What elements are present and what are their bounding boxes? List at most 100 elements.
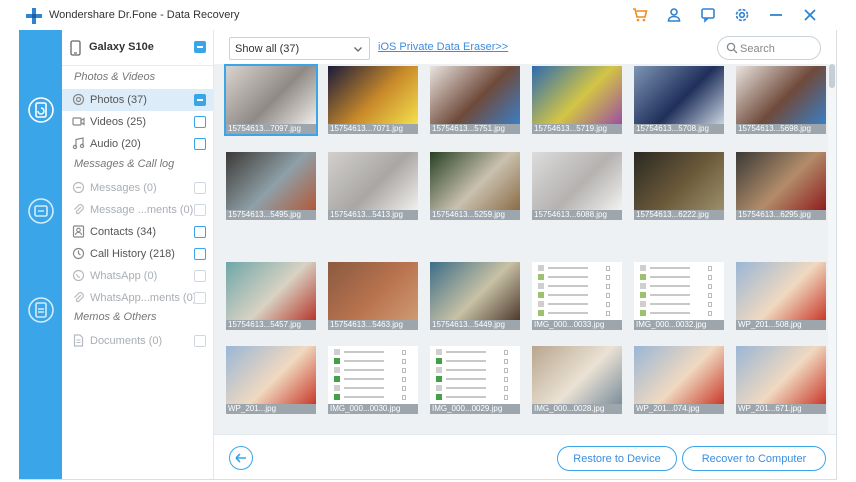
thumbnail-image	[532, 262, 622, 320]
photo-icon	[72, 93, 85, 106]
cart-icon[interactable]	[630, 5, 650, 25]
photo-thumbnail[interactable]: 15754613...5708.jpg	[634, 66, 724, 134]
ios-eraser-link[interactable]: iOS Private Data Eraser>>	[378, 41, 508, 53]
category-checkbox[interactable]	[194, 182, 206, 194]
file-name: 15754613...5708.jpg	[634, 124, 724, 134]
photo-thumbnail[interactable]: IMG_000...0030.jpg	[328, 346, 418, 414]
category-audio[interactable]: Audio (20)	[62, 133, 214, 155]
device-row[interactable]: Galaxy S10e	[62, 30, 214, 66]
thumbnail-image	[736, 346, 826, 404]
category-whatsapp-attachments[interactable]: WhatsApp...ments (0)	[62, 287, 214, 309]
category-checkbox[interactable]	[194, 270, 206, 282]
photo-thumbnail[interactable]: WP_201...074.jpg	[634, 346, 724, 414]
category-message-attachments[interactable]: Message ...ments (0)	[62, 199, 214, 221]
category-checkbox[interactable]	[194, 226, 206, 238]
recover-icloud-icon[interactable]	[27, 296, 55, 324]
phone-icon	[70, 40, 81, 56]
photo-thumbnail[interactable]: 15754613...5413.jpg	[328, 152, 418, 220]
user-icon[interactable]	[664, 5, 684, 25]
grid-scrollbar[interactable]	[828, 64, 836, 434]
category-checkbox[interactable]	[194, 292, 206, 304]
thumbnail-image	[328, 152, 418, 210]
file-name: IMG_000...0028.jpg	[532, 404, 622, 414]
photo-thumbnail[interactable]: WP_201...jpg	[226, 346, 316, 414]
search-box[interactable]	[717, 36, 821, 60]
category-checkbox[interactable]	[194, 248, 206, 260]
file-name: 15754613...5698.jpg	[736, 124, 826, 134]
photo-thumbnail[interactable]: 15754613...6222.jpg	[634, 152, 724, 220]
photo-thumbnail[interactable]: 15754613...5495.jpg	[226, 152, 316, 220]
back-button[interactable]	[229, 446, 253, 470]
photo-thumbnail[interactable]: IMG_000...0028.jpg	[532, 346, 622, 414]
category-checkbox[interactable]	[194, 335, 206, 347]
select-all-checkbox[interactable]	[194, 41, 206, 53]
device-name: Galaxy S10e	[89, 41, 154, 53]
restore-to-device-button[interactable]: Restore to Device	[557, 446, 677, 471]
photo-thumbnail[interactable]: 15754613...5463.jpg	[328, 262, 418, 330]
photo-thumbnail[interactable]: 15754613...7071.jpg	[328, 66, 418, 134]
photo-thumbnail[interactable]: IMG_000...0033.jpg	[532, 262, 622, 330]
photo-thumbnail[interactable]: 15754613...5449.jpg	[430, 262, 520, 330]
thumbnail-grid: 15754613...7097.jpg 15754613...7071.jpg 15…	[214, 64, 836, 434]
category-documents[interactable]: Documents (0)	[62, 330, 214, 352]
category-whatsapp[interactable]: WhatsApp (0)	[62, 265, 214, 287]
chevron-down-icon	[354, 47, 362, 52]
recover-to-computer-button[interactable]: Recover to Computer	[682, 446, 826, 471]
thumbnail-image	[430, 152, 520, 210]
category-messages[interactable]: Messages (0)	[62, 177, 214, 199]
thumbnail-image	[226, 66, 316, 124]
file-name: 15754613...5495.jpg	[226, 210, 316, 220]
category-videos[interactable]: Videos (25)	[62, 111, 214, 133]
minimize-icon[interactable]	[766, 5, 786, 25]
category-checkbox[interactable]	[194, 138, 206, 150]
category-label: Messages (0)	[90, 182, 157, 194]
category-contacts[interactable]: Contacts (34)	[62, 221, 214, 243]
attachment-icon	[74, 292, 84, 303]
title-bar: Wondershare Dr.Fone - Data Recovery	[0, 0, 856, 30]
category-label: Videos (25)	[90, 116, 147, 128]
window-border	[836, 30, 837, 480]
file-name: 15754613...5463.jpg	[328, 320, 418, 330]
message-icon	[72, 181, 85, 194]
feedback-icon[interactable]	[698, 5, 718, 25]
search-input[interactable]	[740, 41, 816, 56]
category-checkbox[interactable]	[194, 204, 206, 216]
photo-thumbnail[interactable]: 15754613...5751.jpg	[430, 66, 520, 134]
photo-thumbnail[interactable]: WP_201...671.jpg	[736, 346, 826, 414]
photo-thumbnail[interactable]: 15754613...6295.jpg	[736, 152, 826, 220]
thumbnail-image	[634, 262, 724, 320]
title-bar-actions	[630, 5, 820, 25]
scrollbar-thumb[interactable]	[829, 64, 835, 88]
video-icon	[72, 117, 85, 126]
category-checkbox[interactable]	[194, 94, 206, 106]
category-checkbox[interactable]	[194, 116, 206, 128]
photo-thumbnail[interactable]: WP_201...508.jpg	[736, 262, 826, 330]
recover-itunes-icon[interactable]	[27, 197, 55, 225]
photo-thumbnail[interactable]: 15754613...5457.jpg	[226, 262, 316, 330]
content-toolbar: Show all (37) iOS Private Data Eraser>>	[214, 30, 836, 64]
file-name: 15754613...5259.jpg	[430, 210, 520, 220]
file-name: 15754613...5457.jpg	[226, 320, 316, 330]
thumbnail-image	[328, 66, 418, 124]
recover-device-icon[interactable]	[27, 96, 55, 124]
category-call-history[interactable]: Call History (218)	[62, 243, 214, 265]
photo-thumbnail[interactable]: 15754613...7097.jpg	[224, 64, 318, 136]
photo-thumbnail[interactable]: IMG_000...0032.jpg	[634, 262, 724, 330]
arrow-left-icon	[235, 453, 246, 463]
photo-thumbnail[interactable]: IMG_000...0029.jpg	[430, 346, 520, 414]
thumbnail-image	[634, 346, 724, 404]
photo-thumbnail[interactable]: 15754613...5259.jpg	[430, 152, 520, 220]
settings-icon[interactable]	[732, 5, 752, 25]
file-name: IMG_000...0033.jpg	[532, 320, 622, 330]
file-name: 15754613...7097.jpg	[226, 124, 316, 134]
category-label: Documents (0)	[90, 335, 163, 347]
close-icon[interactable]	[800, 5, 820, 25]
file-name: IMG_000...0030.jpg	[328, 404, 418, 414]
whatsapp-icon	[72, 269, 85, 282]
photo-thumbnail[interactable]: 15754613...6088.jpg	[532, 152, 622, 220]
photo-thumbnail[interactable]: 15754613...5698.jpg	[736, 66, 826, 134]
category-photos[interactable]: Photos (37)	[62, 89, 214, 111]
thumbnail-image	[226, 346, 316, 404]
filter-dropdown[interactable]: Show all (37)	[229, 37, 370, 60]
photo-thumbnail[interactable]: 15754613...5719.jpg	[532, 66, 622, 134]
